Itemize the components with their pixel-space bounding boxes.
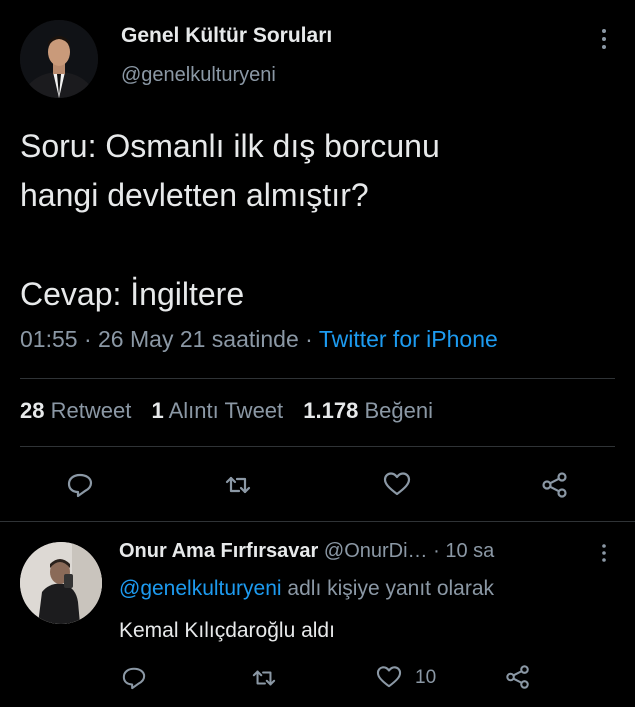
quote-label: Alıntı Tweet — [168, 398, 284, 423]
quote-stat[interactable]: 1 Alıntı Tweet — [151, 398, 283, 423]
more-options-icon[interactable] — [596, 26, 612, 52]
tweet-time[interactable]: 01:55 — [20, 326, 78, 352]
tweet-date[interactable]: 26 May 21 saatinde — [98, 326, 299, 352]
replying-to: @genelkulturyeni adlı kişiye yanıt olara… — [119, 577, 494, 601]
divider — [20, 378, 615, 379]
quote-count: 1 — [151, 398, 164, 423]
retweet-stat[interactable]: 28 Retweet — [20, 398, 131, 423]
tweet-text-line: hangi devletten almıştır? — [20, 177, 369, 213]
reply-more-options-icon[interactable] — [598, 542, 610, 564]
replying-to-label: adlı kişiye yanıt olarak — [287, 577, 495, 600]
retweet-label: Retweet — [50, 398, 132, 423]
tweet-source-link[interactable]: Twitter for iPhone — [319, 326, 498, 352]
like-label: Beğeni — [364, 398, 433, 423]
tweet-meta: 01:55 · 26 May 21 saatinde · Twitter for… — [20, 326, 498, 353]
reply-author-handle[interactable]: @OnurDi… — [324, 540, 428, 562]
section-divider — [0, 521, 635, 522]
reply-share-icon[interactable] — [504, 664, 532, 690]
reply-like-count: 10 — [415, 667, 437, 688]
reply-text: Kemal Kılıçdaroğlu aldı — [119, 619, 335, 642]
author-handle[interactable]: @genelkulturyeni — [121, 64, 276, 87]
like-count: 1.178 — [303, 398, 359, 423]
meta-separator: · — [433, 540, 440, 562]
author-name[interactable]: Genel Kültür Soruları — [121, 24, 332, 48]
tweet-text-line: Cevap: İngiltere — [20, 276, 245, 312]
retweet-icon[interactable] — [223, 472, 253, 498]
divider — [20, 446, 615, 447]
reply-header: Onur Ama Fırfırsavar @OnurDi… · 10 sa — [119, 540, 494, 563]
reply-retweet-icon[interactable] — [250, 666, 278, 690]
reply-reply-icon[interactable] — [121, 666, 147, 690]
share-icon[interactable] — [540, 471, 570, 499]
tweet-text-line: Soru: Osmanlı ilk dış borcunu — [20, 128, 440, 164]
retweet-count: 28 — [20, 398, 45, 423]
mention-link[interactable]: @genelkulturyeni — [119, 577, 282, 600]
meta-separator: · — [83, 326, 92, 352]
reply-icon[interactable] — [66, 472, 94, 498]
like-stat[interactable]: 1.178 Beğeni — [303, 398, 433, 423]
reply-like-icon[interactable] — [376, 665, 402, 689]
tweet-stats: 28 Retweet 1 Alıntı Tweet 1.178 Beğeni — [20, 398, 433, 424]
like-icon[interactable] — [383, 471, 411, 497]
author-avatar[interactable] — [20, 20, 98, 98]
reply-author-name[interactable]: Onur Ama Fırfırsavar — [119, 540, 318, 562]
reply-time[interactable]: 10 sa — [445, 540, 494, 562]
meta-separator: · — [305, 326, 313, 352]
reply-author-avatar[interactable] — [20, 542, 102, 624]
